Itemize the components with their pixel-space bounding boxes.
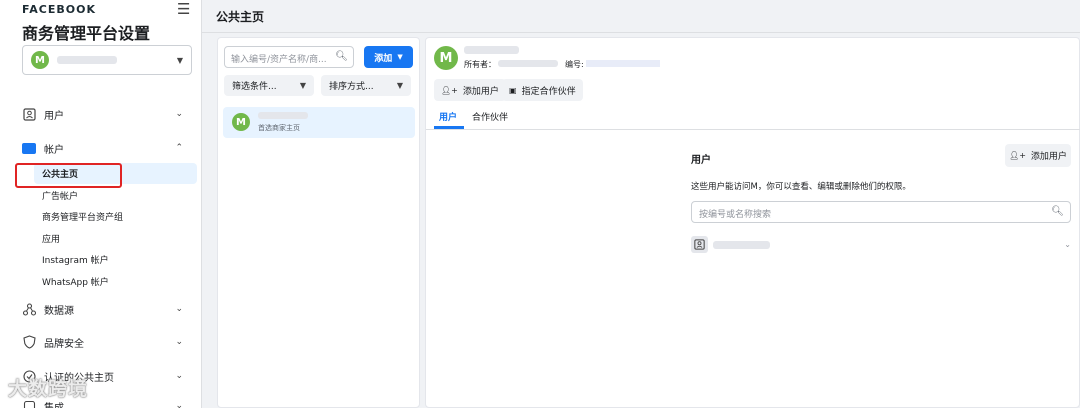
data-sources-icon: [22, 302, 36, 316]
chevron-down-icon: ⌄: [175, 109, 183, 119]
tab-active-indicator: [434, 126, 464, 129]
page-subtitle: 首选商家主页: [258, 124, 300, 132]
add-person-icon: 👤︎+: [1009, 151, 1026, 160]
page-title: 公共主页: [216, 10, 265, 24]
sub-item-whatsapp[interactable]: WhatsApp 帐户: [42, 275, 109, 288]
owner-label: 所有者：: [464, 60, 496, 69]
nav-users-label: 用户: [44, 110, 64, 122]
page-header: 公共主页: [202, 0, 1080, 33]
account-name-redacted: [57, 56, 117, 64]
user-search-placeholder: 按编号或名称搜索: [699, 210, 772, 220]
nav-data-sources-label: 数据源: [44, 305, 74, 317]
watermark: 大数跨境: [8, 378, 89, 400]
nav-brand-safety-label: 品牌安全: [44, 338, 84, 350]
facebook-logo: FACEBOOK: [22, 3, 96, 16]
chevron-down-icon: ⌄: [175, 371, 183, 381]
shield-icon: [22, 335, 36, 349]
add-button[interactable]: 添加 ▼: [364, 46, 413, 68]
chevron-down-icon: ⌄: [175, 337, 183, 347]
hamburger-menu-icon[interactable]: ☰: [177, 0, 190, 18]
add-user-label: 添加用户: [462, 86, 499, 97]
account-avatar: M: [31, 51, 49, 69]
tab-partners[interactable]: 合作伙伴: [472, 110, 508, 123]
sidebar: FACEBOOK ☰ 商务管理平台设置 M ▼ 用户 ⌄ 帐户 ⌃ 公共主页 广…: [0, 0, 202, 408]
chevron-down-icon: ⌄: [175, 304, 183, 314]
user-name-redacted: [713, 241, 770, 249]
user-badge-icon: [691, 236, 708, 253]
briefcase-icon: [22, 141, 36, 155]
chevron-down-icon[interactable]: ⌄: [1064, 240, 1071, 249]
filter-dropdown[interactable]: 筛选条件... ▼: [224, 75, 314, 96]
add-button-label: 添加: [374, 53, 393, 64]
nav-accounts-label: 帐户: [44, 144, 64, 156]
chevron-up-icon: ⌃: [175, 143, 183, 153]
caret-down-icon: ▼: [176, 56, 183, 65]
highlight-box: [15, 163, 122, 188]
sub-item-apps[interactable]: 应用: [42, 232, 60, 245]
assign-partner-button[interactable]: ▣ 指定合作伙伴: [502, 79, 583, 101]
nav-accounts[interactable]: 帐户 ⌃: [22, 139, 187, 157]
asset-search-input[interactable]: 输入编号/资产名称/商... 🔍︎: [224, 46, 354, 68]
nav-brand-safety[interactable]: 品牌安全 ⌄: [22, 333, 187, 351]
sub-item-asset-groups[interactable]: 商务管理平台资产组: [42, 210, 123, 223]
caret-down-icon: ▼: [397, 53, 403, 61]
filter-label: 筛选条件...: [232, 82, 277, 92]
assign-partner-label: 指定合作伙伴: [521, 86, 576, 97]
detail-header: M 所有者： 编号: 👤︎+ 添加用户 ▣ 指定合作伙伴 用户 合作伙伴: [426, 38, 1080, 130]
sub-item-instagram[interactable]: Instagram 帐户: [42, 253, 109, 266]
nav-data-sources[interactable]: 数据源 ⌄: [22, 300, 187, 318]
user-badge-icon: [22, 107, 36, 121]
add-user-button[interactable]: 👤︎+ 添加用户: [434, 79, 506, 101]
sub-item-ad-accounts[interactable]: 广告帐户: [42, 189, 78, 202]
page-name-redacted: [258, 112, 308, 119]
search-icon: 🔍︎: [1051, 206, 1064, 217]
user-row[interactable]: ⌄: [691, 236, 1071, 256]
id-label: 编号:: [565, 60, 584, 69]
sidebar-title: 商务管理平台设置: [22, 24, 151, 43]
sort-label: 排序方式...: [329, 82, 374, 92]
tab-users[interactable]: 用户: [439, 110, 457, 123]
asset-search-placeholder: 输入编号/资产名称/商...: [231, 55, 327, 65]
sort-dropdown[interactable]: 排序方式... ▼: [321, 75, 411, 96]
add-person-icon: 👤︎+: [441, 85, 458, 95]
account-selector[interactable]: M ▼: [22, 45, 192, 75]
chevron-down-icon: ⌄: [175, 401, 183, 408]
owner-redacted: [498, 60, 558, 67]
pages-list-panel: 输入编号/资产名称/商... 🔍︎ 添加 ▼ 筛选条件... ▼ 排序方式...…: [217, 37, 420, 408]
page-list-item[interactable]: M 首选商家主页: [223, 107, 415, 138]
users-description: 这些用户能访问M，你可以查看、编辑或删除他们的权限。: [691, 182, 911, 192]
users-add-user-button[interactable]: 👤︎+ 添加用户: [1005, 144, 1071, 167]
search-icon: 🔍︎: [335, 51, 348, 62]
users-add-user-label: 添加用户: [1030, 152, 1067, 162]
detail-name-redacted: [464, 46, 519, 54]
page-detail-panel: M 所有者： 编号: 👤︎+ 添加用户 ▣ 指定合作伙伴 用户 合作伙伴 用户 …: [425, 37, 1080, 408]
caret-down-icon: ▼: [396, 81, 403, 90]
users-section-title: 用户: [691, 155, 711, 166]
briefcase-icon: ▣: [509, 85, 517, 95]
id-redacted: [586, 60, 660, 67]
user-search-input[interactable]: 按编号或名称搜索 🔍︎: [691, 201, 1071, 223]
caret-down-icon: ▼: [299, 81, 306, 90]
detail-avatar: M: [434, 46, 458, 70]
nav-users[interactable]: 用户 ⌄: [22, 105, 187, 123]
page-avatar: M: [232, 113, 250, 131]
